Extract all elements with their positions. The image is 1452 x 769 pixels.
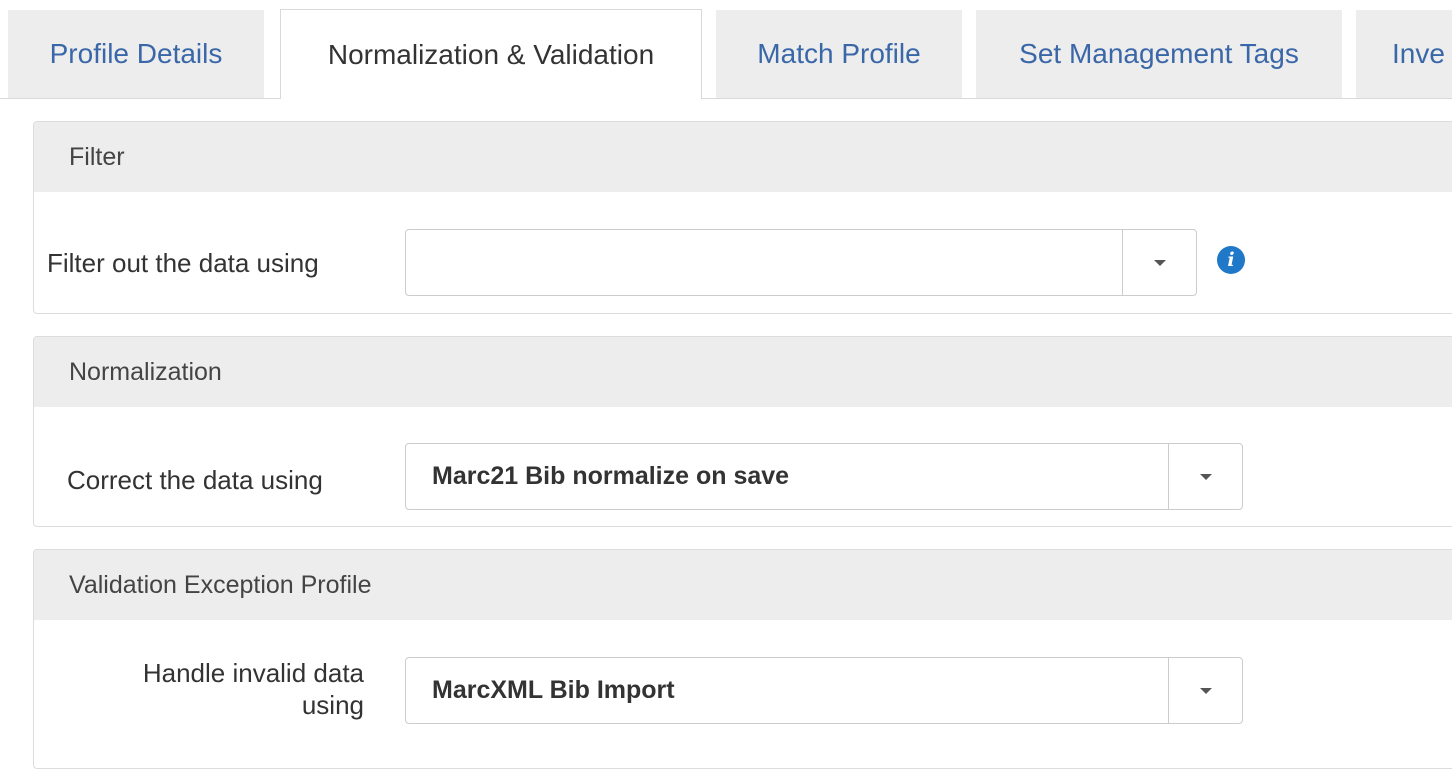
caret-down-icon [1199,687,1212,694]
tab-normalization-validation[interactable]: Normalization & Validation [280,9,702,99]
tab-inventory[interactable]: Inve [1356,10,1452,98]
caret-down-icon [1199,473,1212,480]
normalization-dropdown-button[interactable] [1168,444,1242,509]
normalization-panel: Normalization Correct the data using Mar… [33,336,1452,527]
validation-dropdown-button[interactable] [1168,658,1242,723]
filter-select[interactable] [405,229,1197,296]
tab-profile-details[interactable]: Profile Details [8,10,264,98]
normalization-field-label: Correct the data using [67,465,323,495]
filter-dropdown-button[interactable] [1122,230,1196,295]
normalization-select-value: Marc21 Bib normalize on save [432,462,790,490]
filter-field-label: Filter out the data using [47,248,319,278]
filter-panel-header: Filter [34,122,1452,192]
tab-bar: Profile Details Normalization & Validati… [0,0,1452,100]
filter-panel: Filter Filter out the data using i [33,121,1452,314]
validation-select-value: MarcXML Bib Import [432,676,675,704]
validation-field-label: Handle invalid data using [142,658,364,720]
validation-panel: Validation Exception Profile Handle inva… [33,549,1452,769]
tab-match-profile[interactable]: Match Profile [716,10,962,98]
validation-select[interactable]: MarcXML Bib Import [405,657,1243,724]
validation-panel-header: Validation Exception Profile [34,550,1452,620]
normalization-select[interactable]: Marc21 Bib normalize on save [405,443,1243,510]
tab-divider [0,98,1452,99]
info-icon[interactable]: i [1217,246,1245,274]
tab-set-management-tags[interactable]: Set Management Tags [976,10,1342,98]
normalization-panel-header: Normalization [34,337,1452,407]
caret-down-icon [1153,259,1166,266]
